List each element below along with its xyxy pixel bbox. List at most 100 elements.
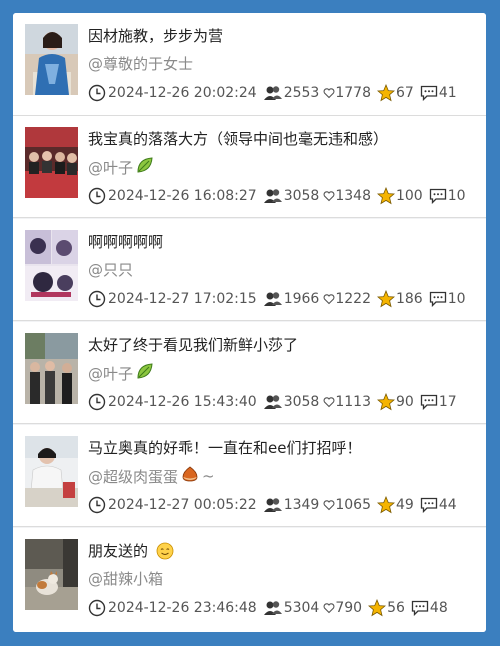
comment-icon[interactable] — [429, 291, 447, 307]
post-time: 2024-12-27 17:02:15 — [108, 291, 257, 307]
post-time: 2024-12-26 20:02:24 — [108, 85, 257, 101]
favorite-count: 100 — [395, 188, 423, 204]
comment-count: 48 — [429, 600, 448, 616]
favorite-count: 90 — [395, 394, 414, 410]
post-title[interactable]: 我宝真的落落大方（领导中间也毫无违和感） — [88, 128, 388, 149]
author-name[interactable]: @超级肉蛋蛋 — [88, 466, 178, 487]
clock-icon — [88, 599, 106, 617]
post-author[interactable]: @甜辣小箱 — [88, 568, 163, 589]
like-count: 1113 — [335, 394, 371, 410]
post-title[interactable]: 朋友送的 — [88, 540, 174, 561]
view-count: 1349 — [283, 497, 320, 513]
post-card[interactable]: 马立奥真的好乖！一直在和ee们打招呼！ @超级肉蛋蛋 ~ 2024-12-27 … — [13, 425, 486, 527]
author-name[interactable]: @甜辣小箱 — [88, 568, 163, 589]
clock-icon — [88, 84, 106, 102]
like-count: 790 — [335, 600, 363, 616]
post-time: 2024-12-26 15:43:40 — [108, 394, 257, 410]
star-icon[interactable] — [376, 187, 395, 205]
users-icon — [263, 291, 283, 307]
heart-icon[interactable] — [323, 602, 335, 614]
post-title[interactable]: 太好了终于看见我们新鲜小莎了 — [88, 334, 298, 355]
post-thumbnail[interactable] — [25, 127, 78, 198]
comment-count: 17 — [438, 394, 457, 410]
users-icon — [263, 600, 283, 616]
users-icon — [263, 188, 283, 204]
favorite-count: 186 — [395, 291, 423, 307]
author-name[interactable]: @尊敬的于女士 — [88, 53, 193, 74]
post-title[interactable]: 啊啊啊啊啊 — [88, 231, 163, 252]
author-suffix: ~ — [202, 467, 215, 485]
star-icon[interactable] — [376, 393, 395, 411]
post-thumbnail[interactable] — [25, 539, 78, 610]
post-time: 2024-12-26 23:46:48 — [108, 600, 257, 616]
author-name[interactable]: @只只 — [88, 259, 133, 280]
comment-icon[interactable] — [420, 85, 438, 101]
leaf-icon — [136, 156, 154, 178]
post-stats: 2024-12-26 15:43:40 3058 1113 90 17 — [88, 393, 457, 411]
comment-count: 41 — [438, 85, 457, 101]
post-stats: 2024-12-27 00:05:22 1349 1065 49 44 — [88, 496, 457, 514]
like-count: 1222 — [335, 291, 371, 307]
clock-icon — [88, 393, 106, 411]
post-thumbnail[interactable] — [25, 333, 78, 404]
post-thumbnail[interactable] — [25, 24, 78, 95]
view-count: 5304 — [283, 600, 320, 616]
post-card[interactable]: 啊啊啊啊啊 @只只 2024-12-27 17:02:15 1966 1222 … — [13, 219, 486, 321]
post-time: 2024-12-27 00:05:22 — [108, 497, 257, 513]
like-count: 1348 — [335, 188, 371, 204]
post-stats: 2024-12-26 23:46:48 5304 790 56 48 — [88, 599, 448, 617]
star-icon[interactable] — [376, 84, 395, 102]
heart-icon[interactable] — [323, 190, 335, 202]
favorite-count: 56 — [387, 600, 405, 616]
users-icon — [263, 497, 283, 513]
author-name[interactable]: @叶子 — [88, 157, 133, 178]
post-author[interactable]: @叶子 — [88, 362, 154, 384]
post-card[interactable]: 朋友送的 @甜辣小箱 2024-12-26 23:46:48 5304 790 … — [13, 528, 486, 632]
heart-icon[interactable] — [323, 293, 335, 305]
users-icon — [263, 85, 283, 101]
comment-count: 44 — [438, 497, 457, 513]
clock-icon — [88, 187, 106, 205]
comment-icon[interactable] — [429, 188, 447, 204]
leaf-icon — [136, 362, 154, 384]
star-icon[interactable] — [368, 599, 387, 617]
post-title-text[interactable]: 朋友送的 — [88, 540, 148, 561]
view-count: 3058 — [283, 188, 320, 204]
clock-icon — [88, 290, 106, 308]
post-author[interactable]: @只只 — [88, 259, 133, 280]
post-author[interactable]: @尊敬的于女士 — [88, 53, 193, 74]
post-title[interactable]: 因材施教，步步为营 — [88, 25, 223, 46]
chestnut-icon — [181, 465, 199, 487]
comment-count: 10 — [447, 188, 466, 204]
post-feed: 因材施教，步步为营 @尊敬的于女士 2024-12-26 20:02:24 25… — [13, 13, 486, 632]
comment-icon[interactable] — [420, 497, 438, 513]
post-card[interactable]: 太好了终于看见我们新鲜小莎了 @叶子 2024-12-26 15:43:40 3… — [13, 322, 486, 424]
post-stats: 2024-12-26 16:08:27 3058 1348 100 10 — [88, 187, 466, 205]
heart-icon[interactable] — [323, 87, 335, 99]
like-count: 1778 — [335, 85, 371, 101]
post-thumbnail[interactable] — [25, 230, 78, 301]
comment-count: 10 — [447, 291, 466, 307]
post-title[interactable]: 马立奥真的好乖！一直在和ee们打招呼！ — [88, 437, 361, 458]
comment-icon[interactable] — [411, 600, 429, 616]
view-count: 1966 — [283, 291, 320, 307]
heart-icon[interactable] — [323, 396, 335, 408]
post-card[interactable]: 因材施教，步步为营 @尊敬的于女士 2024-12-26 20:02:24 25… — [13, 13, 486, 116]
post-thumbnail[interactable] — [25, 436, 78, 507]
post-author[interactable]: @叶子 — [88, 156, 154, 178]
post-card[interactable]: 我宝真的落落大方（领导中间也毫无违和感） @叶子 2024-12-26 16:0… — [13, 116, 486, 218]
favorite-count: 49 — [395, 497, 414, 513]
heart-icon[interactable] — [323, 499, 335, 511]
author-name[interactable]: @叶子 — [88, 363, 133, 384]
view-count: 3058 — [283, 394, 320, 410]
star-icon[interactable] — [376, 496, 395, 514]
clock-icon — [88, 496, 106, 514]
post-time: 2024-12-26 16:08:27 — [108, 188, 257, 204]
smiling-face-emoji-icon — [156, 542, 174, 560]
comment-icon[interactable] — [420, 394, 438, 410]
favorite-count: 67 — [395, 85, 414, 101]
view-count: 2553 — [283, 85, 320, 101]
post-stats: 2024-12-27 17:02:15 1966 1222 186 10 — [88, 290, 466, 308]
post-author[interactable]: @超级肉蛋蛋 ~ — [88, 465, 215, 487]
star-icon[interactable] — [376, 290, 395, 308]
